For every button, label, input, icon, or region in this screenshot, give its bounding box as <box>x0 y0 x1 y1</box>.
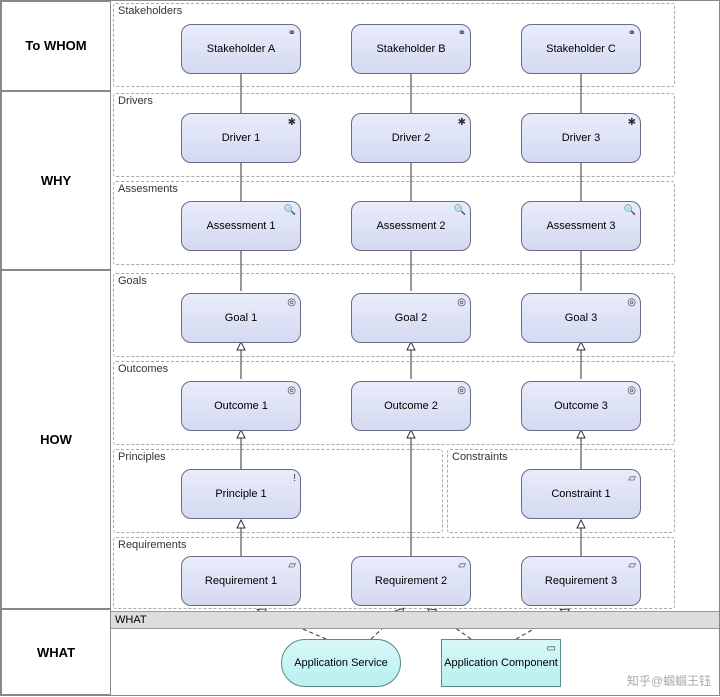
watermark: 知乎@蝈蝈王钰 <box>627 672 711 689</box>
goal-icon: ◎ <box>287 297 296 308</box>
node-label: Driver 1 <box>222 132 261 144</box>
assessment-icon: 🔍 <box>454 205 466 216</box>
node-principle-1[interactable]: Principle 1! <box>181 469 301 519</box>
stakeholder-icon: ⚭ <box>458 28 466 39</box>
group-label: Drivers <box>118 95 153 107</box>
row-what: WHAT <box>1 609 111 695</box>
row-headers: To WHOM WHY HOW WHAT <box>1 1 111 695</box>
node-goal-1[interactable]: Goal 1 ◎ <box>181 293 301 343</box>
node-label: Goal 2 <box>395 312 427 324</box>
node-stakeholder-c[interactable]: Stakeholder C ⚭ <box>521 24 641 74</box>
driver-icon: ✱ <box>628 117 636 128</box>
node-application-component[interactable]: Application Component ▭ <box>441 639 561 687</box>
node-label: Stakeholder B <box>376 43 445 55</box>
node-label: Driver 2 <box>392 132 431 144</box>
node-requirement-3[interactable]: Requirement 3 ▱ <box>521 556 641 606</box>
row-how: HOW <box>1 270 111 609</box>
outcome-icon: ◎ <box>627 385 636 396</box>
node-label: Assessment 2 <box>376 220 445 232</box>
node-label: Goal 1 <box>225 312 257 324</box>
stakeholder-icon: ⚭ <box>288 28 296 39</box>
row-why: WHY <box>1 91 111 270</box>
assessment-icon: 🔍 <box>624 205 636 216</box>
node-label: Outcome 2 <box>384 400 438 412</box>
node-outcome-1[interactable]: Outcome 1 ◎ <box>181 381 301 431</box>
row-to-whom: To WHOM <box>1 1 111 91</box>
node-label: Requirement 1 <box>205 575 277 587</box>
node-label: Application Service <box>294 657 388 669</box>
node-goal-3[interactable]: Goal 3 ◎ <box>521 293 641 343</box>
constraint-icon: ▱ <box>628 473 636 484</box>
requirement-icon: ▱ <box>458 560 466 571</box>
node-outcome-2[interactable]: Outcome 2 ◎ <box>351 381 471 431</box>
what-bar-label: WHAT <box>115 614 147 626</box>
node-requirement-2[interactable]: Requirement 2 ▱ <box>351 556 471 606</box>
node-driver-1[interactable]: Driver 1 ✱ <box>181 113 301 163</box>
diagram-container: To WHOM WHY HOW WHAT <box>0 0 720 696</box>
component-icon: ▭ <box>547 643 556 654</box>
group-label: Constraints <box>452 451 508 463</box>
diagram-canvas: Stakeholders Drivers Assesments Goals Ou… <box>111 1 719 695</box>
principle-icon: ! <box>293 473 296 484</box>
node-constraint-1[interactable]: Constraint 1 ▱ <box>521 469 641 519</box>
group-label: Goals <box>118 275 147 287</box>
outcome-icon: ◎ <box>287 385 296 396</box>
requirement-icon: ▱ <box>288 560 296 571</box>
node-label: Principle 1 <box>215 488 266 500</box>
node-requirement-1[interactable]: Requirement 1 ▱ <box>181 556 301 606</box>
node-label: Stakeholder C <box>546 43 616 55</box>
node-label: Requirement 2 <box>375 575 447 587</box>
node-application-service[interactable]: Application Service <box>281 639 401 687</box>
node-stakeholder-a[interactable]: Stakeholder A ⚭ <box>181 24 301 74</box>
group-label: Stakeholders <box>118 5 182 17</box>
group-label: Outcomes <box>118 363 168 375</box>
driver-icon: ✱ <box>458 117 466 128</box>
node-label: Application Component <box>444 657 558 669</box>
driver-icon: ✱ <box>288 117 296 128</box>
goal-icon: ◎ <box>627 297 636 308</box>
node-assessment-1[interactable]: Assessment 1 🔍 <box>181 201 301 251</box>
assessment-icon: 🔍 <box>284 205 296 216</box>
node-assessment-3[interactable]: Assessment 3 🔍 <box>521 201 641 251</box>
group-label: Assesments <box>118 183 178 195</box>
outcome-icon: ◎ <box>457 385 466 396</box>
node-assessment-2[interactable]: Assessment 2 🔍 <box>351 201 471 251</box>
node-outcome-3[interactable]: Outcome 3 ◎ <box>521 381 641 431</box>
goal-icon: ◎ <box>457 297 466 308</box>
node-label: Constraint 1 <box>551 488 610 500</box>
requirement-icon: ▱ <box>628 560 636 571</box>
node-label: Assessment 1 <box>206 220 275 232</box>
node-label: Stakeholder A <box>207 43 276 55</box>
node-driver-2[interactable]: Driver 2 ✱ <box>351 113 471 163</box>
node-goal-2[interactable]: Goal 2 ◎ <box>351 293 471 343</box>
node-stakeholder-b[interactable]: Stakeholder B ⚭ <box>351 24 471 74</box>
group-label: Principles <box>118 451 166 463</box>
node-label: Requirement 3 <box>545 575 617 587</box>
node-driver-3[interactable]: Driver 3 ✱ <box>521 113 641 163</box>
what-bar: WHAT <box>111 611 719 629</box>
node-label: Outcome 3 <box>554 400 608 412</box>
node-label: Driver 3 <box>562 132 601 144</box>
node-label: Assessment 3 <box>546 220 615 232</box>
node-label: Goal 3 <box>565 312 597 324</box>
node-label: Outcome 1 <box>214 400 268 412</box>
group-label: Requirements <box>118 539 186 551</box>
stakeholder-icon: ⚭ <box>628 28 636 39</box>
